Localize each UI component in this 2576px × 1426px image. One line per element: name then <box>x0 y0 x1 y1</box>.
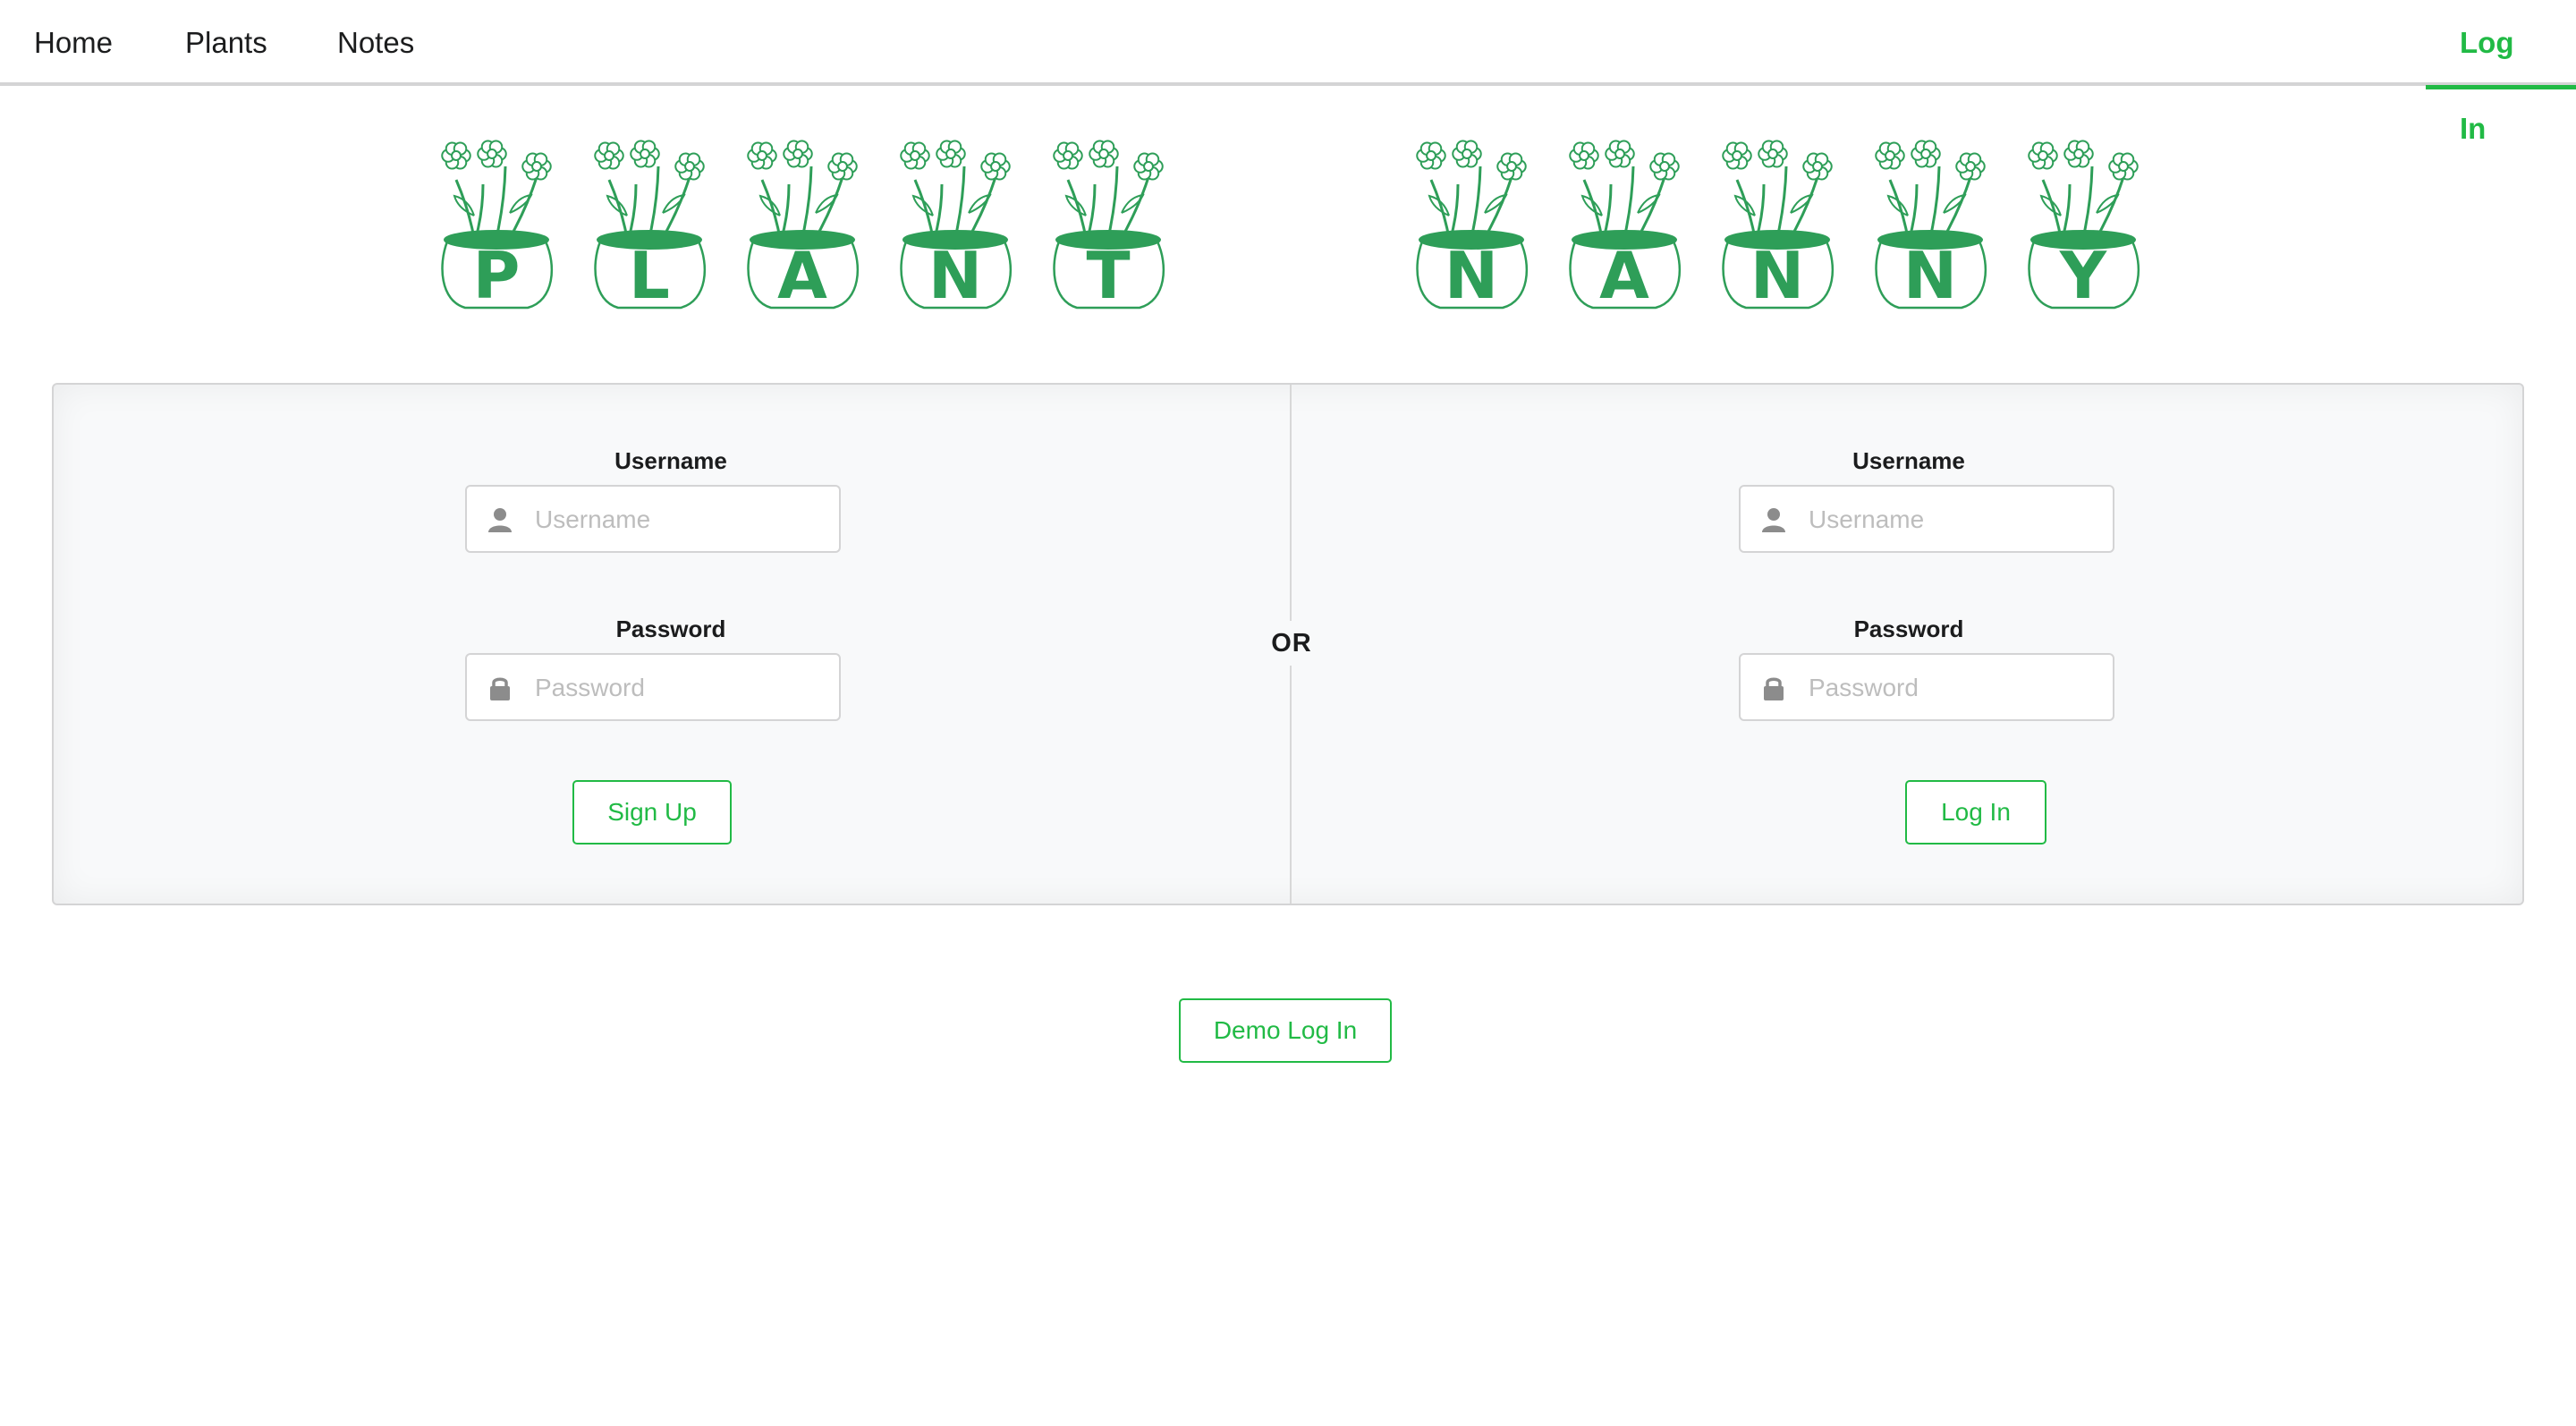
signup-form: Username Password Sign Up <box>54 385 1288 904</box>
plantanny-logo: PLANTNANNY <box>420 131 2156 313</box>
logo-letter: P <box>472 238 521 313</box>
password-label: Password <box>1853 615 1964 642</box>
logo-letter: Y <box>2059 238 2107 313</box>
signup-button[interactable]: Sign Up <box>572 780 732 845</box>
lock-icon <box>490 677 510 700</box>
nav-item-plants[interactable]: Plants <box>185 0 267 86</box>
signup-password-input[interactable] <box>533 664 828 712</box>
logo-pot-n: N <box>879 131 1031 313</box>
username-label: Username <box>1852 447 1965 474</box>
login-password-input[interactable] <box>1807 664 2102 712</box>
password-label: Password <box>615 615 726 642</box>
user-icon <box>1762 508 1785 532</box>
logo-letter: N <box>1750 238 1805 313</box>
top-menu: Home Plants Notes Log In <box>0 0 2576 145</box>
login-username-input[interactable] <box>1807 496 2102 544</box>
logo-pot-y: Y <box>2007 131 2159 313</box>
nav-item-notes[interactable]: Notes <box>337 0 414 86</box>
username-field <box>1739 485 2114 553</box>
logo-letter: T <box>1086 238 1131 313</box>
username-field <box>465 485 841 553</box>
password-field <box>465 653 841 721</box>
logo-letter: N <box>1902 238 1958 313</box>
login-form: Username Password Log In <box>1292 385 2526 904</box>
auth-segment: OR Username Password Sign Up Username <box>52 383 2524 905</box>
logo-letter: A <box>777 238 827 313</box>
login-button[interactable]: Log In <box>1905 780 2046 845</box>
lock-icon <box>1764 677 1784 700</box>
logo-pot-n: N <box>1701 131 1853 313</box>
user-icon <box>488 508 512 532</box>
logo-pot-a: A <box>1548 131 1700 313</box>
logo-pot-n: N <box>1854 131 2006 313</box>
nav-item-login[interactable]: Log In <box>2426 0 2576 145</box>
logo-pot-n: N <box>1395 131 1547 313</box>
logo-pot-a: A <box>726 131 878 313</box>
logo-letter: N <box>1444 238 1499 313</box>
nav-item-home[interactable]: Home <box>34 0 113 86</box>
signup-username-input[interactable] <box>533 496 828 544</box>
password-field <box>1739 653 2114 721</box>
demo-login-button[interactable]: Demo Log In <box>1179 998 1392 1063</box>
logo-letter: N <box>928 238 983 313</box>
logo-letter: A <box>1599 238 1649 313</box>
logo-pot-p: P <box>420 131 572 313</box>
logo-pot-t: T <box>1032 131 1184 313</box>
logo-pot-l: L <box>573 131 725 313</box>
username-label: Username <box>614 447 727 474</box>
logo-letter: L <box>629 238 670 313</box>
